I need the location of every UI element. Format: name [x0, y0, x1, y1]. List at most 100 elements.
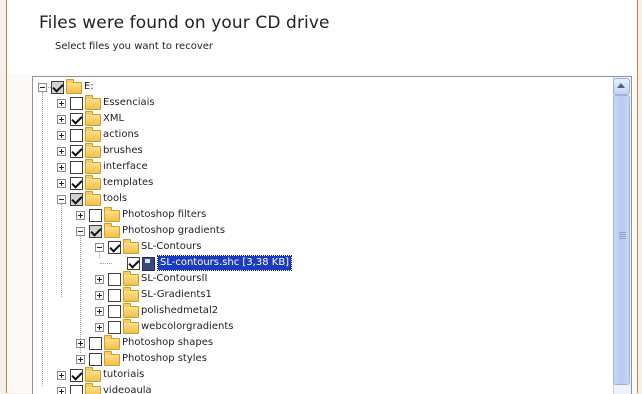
- tree-line: [80, 228, 81, 353]
- tree-line: [61, 197, 62, 297]
- expand-toggle[interactable]: [76, 339, 85, 348]
- tree-label: Photoshop gradients: [122, 225, 226, 236]
- tree-row[interactable]: SL-ContoursII: [94, 271, 394, 288]
- folder-icon: [85, 143, 101, 158]
- tree-checkbox[interactable]: [89, 353, 102, 366]
- folder-icon: [123, 271, 139, 286]
- tree-checkbox[interactable]: [70, 193, 83, 206]
- tree-checkbox[interactable]: [108, 241, 121, 254]
- tree-checkbox[interactable]: [89, 209, 102, 222]
- tree-row[interactable]: tutoriais: [56, 367, 356, 384]
- expand-toggle[interactable]: [95, 291, 104, 300]
- file-name: SL-contours.shc: [160, 257, 240, 268]
- expand-toggle[interactable]: [76, 211, 85, 220]
- page-title: Files were found on your CD drive: [39, 13, 330, 33]
- tree-checkbox[interactable]: [70, 113, 83, 126]
- tree-checkbox[interactable]: [70, 177, 83, 190]
- expand-toggle[interactable]: [57, 131, 66, 140]
- tree-checkbox[interactable]: [51, 81, 64, 94]
- folder-icon: [85, 367, 101, 382]
- file-tree-panel[interactable]: E: Essenciais XML actions brushes interf…: [32, 76, 632, 394]
- expand-toggle[interactable]: [57, 163, 66, 172]
- tree-checkbox[interactable]: [70, 129, 83, 142]
- tree-checkbox[interactable]: [70, 97, 83, 110]
- header: Files were found on your CD drive Select…: [7, 0, 637, 74]
- tree-checkbox[interactable]: [108, 289, 121, 302]
- folder-icon: [104, 223, 120, 238]
- tree-label: SL-Gradients1: [141, 289, 212, 300]
- tree-label-selected: SL-contours.shc [3,38 KB]: [156, 255, 293, 271]
- folder-icon: [104, 207, 120, 222]
- tree-row-file[interactable]: SL-contours.shc [3,38 KB]: [100, 255, 373, 272]
- vertical-scrollbar[interactable]: [613, 77, 631, 394]
- folder-icon: [123, 319, 139, 334]
- tree-row[interactable]: tools: [56, 191, 356, 208]
- tree-label: brushes: [103, 145, 143, 156]
- tree-checkbox[interactable]: [70, 145, 83, 158]
- expand-toggle[interactable]: [95, 323, 104, 332]
- tree-label: polishedmetal2: [141, 305, 219, 316]
- tree-label: actions: [103, 129, 139, 140]
- folder-icon: [123, 303, 139, 318]
- tree-checkbox[interactable]: [70, 161, 83, 174]
- tree-label: tutoriais: [103, 369, 145, 380]
- expand-toggle[interactable]: [57, 179, 66, 188]
- folder-icon: [123, 239, 139, 254]
- collapse-toggle[interactable]: [38, 83, 47, 92]
- folder-icon: [85, 95, 101, 110]
- folder-icon: [85, 111, 101, 126]
- collapse-toggle[interactable]: [76, 227, 85, 236]
- expand-toggle[interactable]: [95, 275, 104, 284]
- expand-toggle[interactable]: [76, 355, 85, 364]
- expand-toggle[interactable]: [57, 99, 66, 108]
- tree-checkbox[interactable]: [89, 225, 102, 238]
- expand-toggle[interactable]: [57, 147, 66, 156]
- tree-row[interactable]: SL-Gradients1: [94, 287, 394, 304]
- folder-icon: [85, 127, 101, 142]
- tree-row[interactable]: SL-Contours: [94, 239, 394, 256]
- expand-toggle[interactable]: [95, 307, 104, 316]
- collapse-toggle[interactable]: [95, 243, 104, 252]
- tree-row[interactable]: interface: [56, 159, 356, 176]
- tree-row[interactable]: Photoshop shapes: [75, 335, 375, 352]
- folder-icon: [85, 175, 101, 190]
- tree-checkbox[interactable]: [108, 273, 121, 286]
- tree-row[interactable]: polishedmetal2: [94, 303, 394, 320]
- folder-icon: [104, 351, 120, 366]
- folder-icon: [123, 287, 139, 302]
- tree-row[interactable]: actions: [56, 127, 356, 144]
- tree-row[interactable]: webcolorgradients: [94, 319, 394, 336]
- tree-row[interactable]: Photoshop filters: [75, 207, 375, 224]
- tree-checkbox[interactable]: [127, 257, 140, 270]
- tree-row[interactable]: Photoshop gradients: [75, 223, 375, 240]
- tree-row[interactable]: templates: [56, 175, 356, 192]
- tree-label: templates: [103, 177, 154, 188]
- collapse-toggle[interactable]: [57, 195, 66, 204]
- tree-checkbox[interactable]: [70, 369, 83, 382]
- tree-label: XML: [103, 113, 125, 124]
- tree-row[interactable]: Photoshop styles: [75, 351, 375, 368]
- folder-icon: [104, 335, 120, 350]
- folder-icon: [66, 79, 82, 94]
- file-size: [3,38 KB]: [242, 257, 290, 268]
- tree-label: Essenciais: [103, 97, 155, 108]
- tree-checkbox[interactable]: [108, 321, 121, 334]
- tree-row[interactable]: XML: [56, 111, 356, 128]
- folder-icon: [85, 159, 101, 174]
- expand-toggle[interactable]: [57, 115, 66, 124]
- tree-label: SL-Contours: [141, 241, 202, 252]
- tree-label: webcolorgradients: [141, 321, 234, 332]
- scroll-up-arrow-icon[interactable]: [613, 78, 630, 95]
- scroll-thumb[interactable]: [613, 95, 630, 385]
- tree-row-root[interactable]: E:: [37, 79, 337, 96]
- tree-label: E:: [84, 81, 94, 92]
- tree-checkbox[interactable]: [108, 305, 121, 318]
- grip-icon: [619, 232, 626, 233]
- tree-label: interface: [103, 161, 148, 172]
- tree-row[interactable]: Essenciais: [56, 95, 356, 112]
- tree-row[interactable]: brushes: [56, 143, 356, 160]
- expand-toggle[interactable]: [57, 371, 66, 380]
- tree-line: [42, 92, 43, 386]
- tree-checkbox[interactable]: [89, 337, 102, 350]
- folder-icon: [85, 191, 101, 206]
